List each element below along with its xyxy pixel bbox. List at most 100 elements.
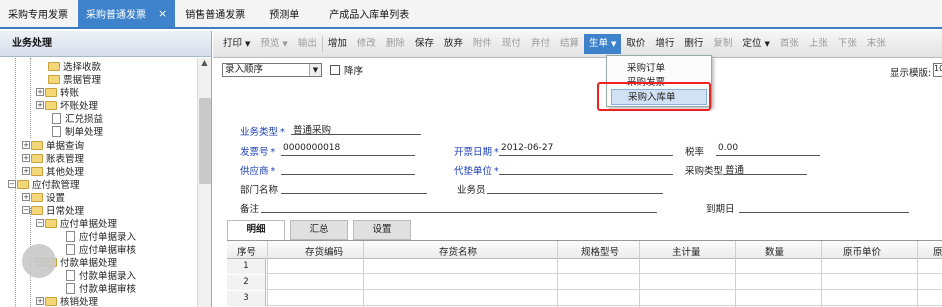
- chevron-down-icon[interactable]: ▼: [611, 40, 616, 48]
- last-record-button[interactable]: 末张: [862, 34, 891, 54]
- column-header[interactable]: 数量: [765, 244, 784, 258]
- folder-open-icon: [31, 205, 43, 215]
- column-header[interactable]: 序号: [237, 244, 256, 258]
- export-button[interactable]: 输出: [293, 34, 322, 54]
- next-record-button[interactable]: 下张: [833, 34, 862, 54]
- folder-icon: [48, 61, 60, 71]
- column-header[interactable]: 原币单价: [843, 244, 881, 258]
- chevron-down-icon[interactable]: ▼: [245, 40, 250, 48]
- expand-icon[interactable]: +: [36, 101, 44, 109]
- scrollbar-thumb[interactable]: [199, 98, 211, 184]
- tree-item-bad-debt[interactable]: + 坏账处理: [36, 99, 98, 112]
- expand-icon[interactable]: +: [22, 193, 30, 201]
- save-button[interactable]: 保存: [410, 34, 439, 54]
- discard-button[interactable]: 放弃: [439, 34, 468, 54]
- add-button[interactable]: 增加: [323, 34, 352, 54]
- close-icon[interactable]: ×: [158, 7, 167, 20]
- chevron-down-icon[interactable]: ▼: [309, 64, 321, 76]
- chevron-down-icon[interactable]: ▼: [764, 40, 769, 48]
- collapse-icon[interactable]: −: [8, 180, 16, 188]
- tab-settings[interactable]: 设置: [353, 220, 411, 240]
- tree-item-settings[interactable]: + 设置: [22, 191, 65, 204]
- get-price-button[interactable]: 取价: [621, 34, 650, 54]
- tree-item-report-management[interactable]: + 账表管理: [22, 152, 84, 165]
- table-row[interactable]: 1: [227, 259, 942, 274]
- attachment-button[interactable]: 附件: [468, 34, 497, 54]
- tab-sales-ordinary-invoice[interactable]: 销售普通发票: [177, 0, 253, 27]
- copy-button[interactable]: 复制: [708, 34, 737, 54]
- row-number: 3: [227, 291, 266, 306]
- tab-summary[interactable]: 汇总: [290, 220, 348, 240]
- tree-item-daily-processing[interactable]: − 日常处理: [22, 204, 84, 217]
- table-row[interactable]: 2: [227, 275, 942, 290]
- tree-item-voucher-processing[interactable]: 制单处理: [52, 125, 103, 138]
- table-row[interactable]: 3: [227, 291, 942, 306]
- tab-forecast-order[interactable]: 预测单: [255, 0, 313, 27]
- delete-button[interactable]: 删除: [381, 34, 410, 54]
- tree-item-transfer[interactable]: + 转账: [36, 86, 79, 99]
- document-icon: [66, 243, 75, 255]
- tax-rate-value[interactable]: 0.00: [718, 143, 738, 153]
- delete-row-button[interactable]: 删行: [679, 34, 708, 54]
- tab-purchase-ordinary-invoice[interactable]: 采购普通发票 ×: [78, 0, 176, 27]
- column-header[interactable]: 存货名称: [439, 244, 477, 258]
- tree-item-bill-management[interactable]: 票据管理: [48, 73, 101, 86]
- expand-icon[interactable]: +: [36, 297, 44, 305]
- edit-button[interactable]: 修改: [352, 34, 381, 54]
- menu-item-purchase-order[interactable]: 采购订单: [627, 60, 665, 74]
- generate-document-button[interactable]: 生单 ▼: [583, 34, 622, 54]
- previous-record-button[interactable]: 上张: [804, 34, 833, 54]
- tree-item-select-receipt[interactable]: 选择收款: [48, 60, 101, 73]
- cursor-indicator: [22, 244, 56, 278]
- folder-icon: [31, 166, 43, 176]
- locate-button[interactable]: 定位 ▼: [737, 34, 774, 54]
- column-header[interactable]: 存货编码: [305, 244, 343, 258]
- tree-item-payable-entry[interactable]: 应付单据录入: [66, 230, 136, 243]
- tab-finished-goods-receipt-list[interactable]: 产成品入库单列表: [315, 0, 423, 27]
- display-template-select[interactable]: 10: [933, 63, 942, 77]
- cancel-pay-button[interactable]: 弃付: [526, 34, 555, 54]
- invoice-date-value[interactable]: 2012-06-27: [501, 143, 553, 153]
- tab-detail[interactable]: 明细: [227, 220, 285, 240]
- collapse-icon[interactable]: −: [36, 219, 44, 227]
- sort-order-select[interactable]: 录入顺序 ▼: [222, 63, 322, 77]
- tree-item-payment-entry[interactable]: 付款单据录入: [66, 269, 136, 282]
- chevron-down-icon[interactable]: ▼: [282, 40, 287, 48]
- tree-item-payment-review[interactable]: 付款单据审核: [66, 282, 136, 295]
- display-template-label: 显示模版:: [890, 68, 932, 79]
- settle-button[interactable]: 结算: [555, 34, 584, 54]
- first-record-button[interactable]: 首张: [775, 34, 804, 54]
- tree-item-payables-management[interactable]: − 应付款管理: [8, 178, 80, 191]
- detail-grid: 序号 存货编码 存货名称 规格型号 主计量 数量 原币单价 原 1 2 3: [227, 240, 942, 307]
- due-date-label: 到期日: [706, 204, 735, 215]
- tree-item-document-query[interactable]: + 单据查询: [22, 139, 84, 152]
- column-header[interactable]: 主计量: [672, 244, 701, 258]
- tree-item-exchange-gain-loss[interactable]: 汇兑损益: [52, 112, 103, 125]
- document-tab-bar: 采购专用发票 采购普通发票 × 销售普通发票 预测单 产成品入库单列表: [0, 0, 942, 29]
- tree-item-payable-review[interactable]: 应付单据审核: [66, 243, 136, 256]
- print-button[interactable]: 打印 ▼: [218, 34, 255, 54]
- collapse-icon[interactable]: −: [22, 206, 30, 214]
- row-number: 1: [227, 259, 266, 274]
- expand-icon[interactable]: +: [36, 88, 44, 96]
- tree-item-other-processing[interactable]: + 其他处理: [22, 165, 84, 178]
- invoice-number-value[interactable]: 0000000018: [283, 143, 340, 153]
- expand-icon[interactable]: +: [22, 141, 30, 149]
- expand-icon[interactable]: +: [22, 154, 30, 162]
- descending-checkbox[interactable]: [330, 65, 340, 75]
- tree-item-payable-docs[interactable]: − 应付单据处理: [36, 217, 117, 230]
- tab-purchase-special-invoice[interactable]: 采购专用发票: [0, 0, 76, 27]
- column-header[interactable]: 原: [933, 244, 942, 258]
- folder-icon: [45, 87, 57, 97]
- scroll-up-icon[interactable]: ▲: [198, 58, 211, 72]
- business-type-label: 业务类型 *: [240, 127, 285, 138]
- invoice-number-label: 发票号 *: [240, 147, 276, 158]
- tree-item-write-off[interactable]: + 核销处理: [36, 295, 98, 307]
- expand-icon[interactable]: +: [22, 167, 30, 175]
- preview-button[interactable]: 预览 ▼: [255, 34, 292, 54]
- folder-icon: [45, 296, 57, 306]
- column-header[interactable]: 规格型号: [581, 244, 619, 258]
- add-row-button[interactable]: 增行: [650, 34, 679, 54]
- cash-pay-button[interactable]: 现付: [497, 34, 526, 54]
- sidebar-scrollbar[interactable]: ▲: [197, 58, 211, 307]
